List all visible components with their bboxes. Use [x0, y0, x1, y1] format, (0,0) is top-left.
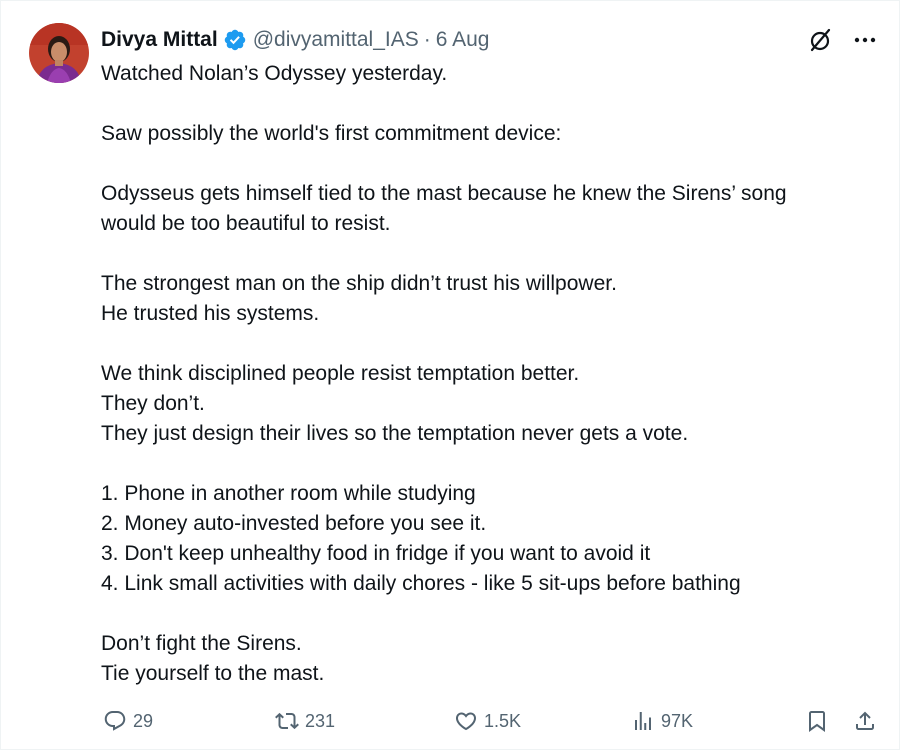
- text-line: Odysseus gets himself tied to the mast b…: [101, 182, 787, 205]
- views-count: 97K: [661, 710, 694, 731]
- reply-button[interactable]: 29: [103, 706, 153, 736]
- reply-count: 29: [133, 710, 154, 731]
- views-icon: [631, 709, 655, 733]
- avatar-image: [29, 23, 89, 83]
- verified-badge-icon[interactable]: [223, 28, 247, 52]
- views-button[interactable]: 97K: [631, 706, 693, 736]
- bookmark-button[interactable]: [805, 706, 829, 736]
- share-button[interactable]: [853, 706, 877, 736]
- header-actions: [807, 25, 877, 55]
- more-options-icon[interactable]: [853, 28, 877, 52]
- text-line: Saw possibly the world's first commitmen…: [101, 122, 562, 145]
- bookmark-icon: [805, 709, 829, 733]
- list-item: 3. Don't keep unhealthy food in fridge i…: [101, 542, 651, 565]
- tweet-header: Divya Mittal @divyamittal_IAS · 6 Aug: [101, 25, 879, 55]
- retweet-count: 231: [305, 710, 336, 731]
- author-name[interactable]: Divya Mittal: [101, 28, 218, 52]
- separator-dot: ·: [423, 28, 431, 51]
- retweet-icon: [275, 709, 299, 733]
- grok-icon[interactable]: [807, 27, 833, 53]
- like-icon: [454, 709, 478, 733]
- tweet-card: Divya Mittal @divyamittal_IAS · 6 Aug Wa…: [0, 0, 900, 750]
- post-date[interactable]: 6 Aug: [436, 28, 490, 52]
- like-count: 1.5K: [484, 710, 522, 731]
- text-line: Watched Nolan’s Odyssey yesterday.: [101, 62, 448, 85]
- author-handle[interactable]: @divyamittal_IAS: [253, 28, 419, 52]
- action-bar: 29 231 1.5K 97K: [101, 706, 881, 736]
- list-item: 4. Link small activities with daily chor…: [101, 572, 741, 595]
- avatar[interactable]: [29, 23, 89, 83]
- text-line: They just design their lives so the temp…: [101, 422, 689, 445]
- text-line: He trusted his systems.: [101, 302, 320, 325]
- text-line: would be too beautiful to resist.: [101, 212, 391, 235]
- share-icon: [853, 709, 877, 733]
- text-line: We think disciplined people resist tempt…: [101, 362, 580, 385]
- like-button[interactable]: 1.5K: [454, 706, 521, 736]
- text-line: Don’t fight the Sirens.: [101, 632, 302, 655]
- retweet-button[interactable]: 231: [275, 706, 335, 736]
- list-item: 1. Phone in another room while studying: [101, 482, 476, 505]
- text-line: The strongest man on the ship didn’t tru…: [101, 272, 617, 295]
- tweet-text: Watched Nolan’s Odyssey yesterday. Saw p…: [101, 59, 881, 689]
- list-item: 2. Money auto-invested before you see it…: [101, 512, 487, 535]
- reply-icon: [103, 709, 127, 733]
- text-line: They don’t.: [101, 392, 205, 415]
- text-line: Tie yourself to the mast.: [101, 662, 325, 685]
